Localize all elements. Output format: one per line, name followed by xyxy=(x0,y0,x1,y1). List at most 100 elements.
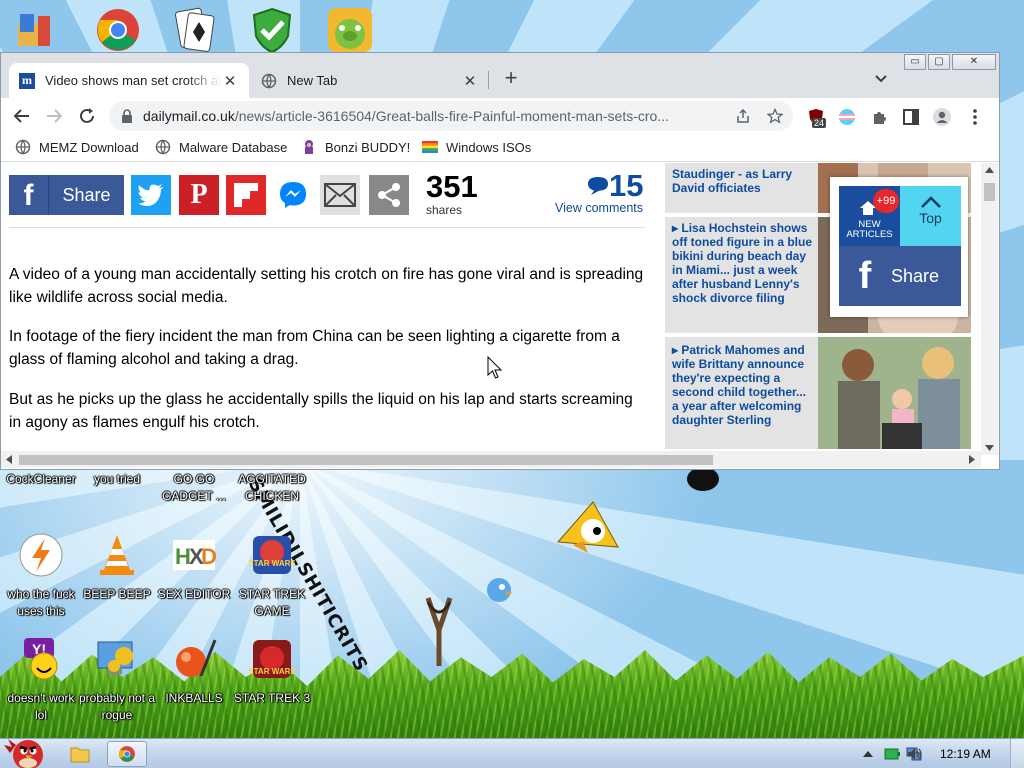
tab-new-tab[interactable]: New Tab ✕ xyxy=(251,63,489,98)
tab-separator xyxy=(488,71,489,89)
bookmark-bonzi-buddy[interactable]: Bonzi BUDDY! xyxy=(301,139,410,155)
bad-piggies-icon[interactable] xyxy=(326,6,374,54)
chrome-icon[interactable] xyxy=(94,6,142,54)
desktop-icon-aggitated-chicken[interactable]: AGGITATED CHICKEN xyxy=(231,468,313,505)
menu-kebab-icon[interactable] xyxy=(966,108,984,126)
scroll-left-arrow-icon[interactable] xyxy=(6,455,12,464)
program-icon[interactable] xyxy=(8,6,56,54)
flipboard-share-button[interactable] xyxy=(226,175,266,215)
messenger-share-button[interactable] xyxy=(273,175,313,215)
pinterest-share-button[interactable]: P xyxy=(179,175,219,215)
address-bar[interactable]: dailymail.co.uk/news/article-3616504/Gre… xyxy=(109,101,793,131)
scrollbar-thumb[interactable] xyxy=(984,183,995,201)
tab-dailymail[interactable]: m Video shows man set crotch ablaze ✕ xyxy=(9,63,249,98)
desktop-icon-not-a-rogue[interactable]: probably not a rogue xyxy=(76,636,158,724)
desktop-icon-star-trek-game[interactable]: STAR WARS STAR TREK GAME xyxy=(231,532,313,620)
reload-icon[interactable] xyxy=(76,105,98,127)
shield-check-icon[interactable] xyxy=(248,6,296,54)
scrollbar-thumb[interactable] xyxy=(19,455,713,465)
icon-label: SEX EDITOR xyxy=(157,587,231,601)
scroll-down-arrow-icon[interactable] xyxy=(985,445,994,451)
comments-count-text: 15 xyxy=(609,168,644,203)
ublock-icon[interactable]: 24 xyxy=(807,108,827,128)
chevron-down-icon[interactable] xyxy=(871,69,891,89)
volume-icon[interactable] xyxy=(907,746,923,762)
desktop-icon-beep-beep[interactable]: BEEP BEEP xyxy=(76,532,158,603)
start-button-angry-bird-icon[interactable] xyxy=(2,733,48,768)
divider xyxy=(9,227,645,228)
mouse-cursor-icon xyxy=(487,356,503,379)
new-tab-button[interactable]: + xyxy=(499,67,523,89)
new-articles-button[interactable]: +99 NEW ARTICLES xyxy=(839,186,900,246)
article-paragraph: In footage of the fiery incident the man… xyxy=(9,328,620,368)
messenger-icon xyxy=(280,182,306,208)
comments-count[interactable]: 15 xyxy=(587,170,643,202)
envelope-icon xyxy=(324,183,356,207)
facebook-icon: f xyxy=(9,175,49,215)
tab-title: Video shows man set crotch ablaze xyxy=(45,73,221,88)
globe-icon xyxy=(155,139,171,155)
desktop-icon-sex-editor[interactable]: HXD SEX EDITOR xyxy=(153,532,235,603)
desktop-icon-who-uses-this[interactable]: who the fuck uses this xyxy=(0,532,82,620)
show-desktop-button[interactable] xyxy=(1010,739,1024,768)
vertical-scrollbar[interactable] xyxy=(981,163,998,455)
lightning-icon xyxy=(19,533,63,577)
globe-icon xyxy=(15,139,31,155)
scroll-right-arrow-icon[interactable] xyxy=(969,455,975,464)
side-panel-icon[interactable] xyxy=(902,108,920,126)
sidebar-item[interactable]: ▸ Patrick Mahomes and wife Brittany anno… xyxy=(665,337,971,449)
bookmark-memz[interactable]: MEMZ Download xyxy=(15,139,139,155)
desktop-icon-go-go-gadget[interactable]: GO GO GADGET ... xyxy=(153,468,235,505)
view-comments-link[interactable]: View comments xyxy=(555,201,643,215)
tray-expand-icon[interactable] xyxy=(860,746,876,762)
email-share-button[interactable] xyxy=(320,175,360,215)
facebook-share-button[interactable]: f Share xyxy=(9,175,124,215)
floating-facebook-share[interactable]: f Share xyxy=(839,246,961,306)
desktop-icon-inkballs[interactable]: INKBALLS xyxy=(153,636,235,707)
desktop-icon-doesnt-work[interactable]: Y! doesn't work lol xyxy=(0,636,82,724)
puzzle-icon[interactable] xyxy=(871,108,889,126)
back-icon[interactable] xyxy=(11,105,33,127)
minimize-button[interactable]: ▭ xyxy=(904,54,926,70)
taskbar-explorer-button[interactable] xyxy=(60,741,100,767)
url-path: /news/article-3616504/Great-balls-fire-P… xyxy=(234,108,669,124)
icon-label: STAR TREK GAME xyxy=(238,587,306,618)
svg-text:STAR WARS: STAR WARS xyxy=(249,559,295,568)
svg-text:STAR WARS: STAR WARS xyxy=(249,667,295,676)
close-icon[interactable]: ✕ xyxy=(461,72,479,90)
facebook-icon: f xyxy=(858,254,872,297)
close-button[interactable]: ✕ xyxy=(952,54,996,70)
bookmark-label: Windows ISOs xyxy=(446,139,532,155)
back-to-top-button[interactable]: Top xyxy=(900,186,961,246)
bookmark-windows-isos[interactable]: Windows ISOs xyxy=(422,139,531,155)
icon-label: doesn't work lol xyxy=(7,691,75,722)
url-text: dailymail.co.uk/news/article-3616504/Gre… xyxy=(143,108,723,124)
sidebar-headline: ▸ Patrick Mahomes and wife Brittany anno… xyxy=(672,343,807,427)
sidebar-headline: ▸ Lisa Hochstein shows off toned figure … xyxy=(672,221,812,305)
maximize-button[interactable]: ▢ xyxy=(928,54,950,70)
desktop-icon-cockcleaner[interactable]: CockCleaner xyxy=(0,468,82,488)
bookmark-star-icon[interactable] xyxy=(767,108,783,124)
angry-bird-yellow xyxy=(556,501,619,553)
browser-toolbar: dailymail.co.uk/news/article-3616504/Gre… xyxy=(1,98,999,134)
solitaire-icon[interactable] xyxy=(170,6,218,54)
close-icon[interactable]: ✕ xyxy=(221,72,239,90)
taskbar-chrome-button[interactable] xyxy=(107,741,147,767)
desktop-icon-star-trek-3[interactable]: STAR WARS STAR TREK 3 xyxy=(231,636,313,707)
profile-icon[interactable] xyxy=(933,108,951,126)
battery-icon[interactable] xyxy=(884,746,900,762)
forward-icon[interactable] xyxy=(43,105,65,127)
twitter-share-button[interactable] xyxy=(131,175,171,215)
pride-extension-icon[interactable] xyxy=(838,108,856,126)
bonzi-icon xyxy=(305,140,313,154)
share-icon[interactable] xyxy=(735,108,751,124)
taskbar: 12:19 AM xyxy=(0,738,1024,768)
scroll-up-arrow-icon[interactable] xyxy=(985,167,994,173)
bookmark-malware-database[interactable]: Malware Database xyxy=(155,139,287,155)
tab-strip: m Video shows man set crotch ablaze ✕ Ne… xyxy=(1,53,999,98)
floating-widget: +99 NEW ARTICLES Top f Share xyxy=(830,177,968,317)
desktop-icon-you-tried[interactable]: you tried xyxy=(76,468,158,488)
taskbar-clock[interactable]: 12:19 AM xyxy=(940,747,991,761)
horizontal-scrollbar[interactable] xyxy=(1,451,981,468)
more-share-button[interactable] xyxy=(369,175,409,215)
